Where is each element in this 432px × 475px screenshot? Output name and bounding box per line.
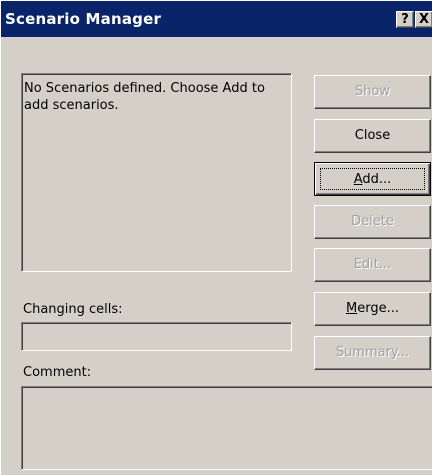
edit-button-label: Edit...: [353, 257, 392, 272]
scenario-manager-dialog: Scenario Manager ? X No Scenarios define…: [0, 0, 432, 475]
dialog-title: Scenario Manager: [5, 10, 162, 28]
delete-button[interactable]: Delete: [314, 205, 431, 239]
delete-button-label: Delete: [351, 214, 394, 229]
add-button[interactable]: Add...: [314, 162, 431, 196]
merge-button-label: erge...: [357, 301, 399, 316]
close-button[interactable]: Close: [314, 119, 431, 153]
show-button-label: Show: [354, 84, 391, 99]
title-close-button[interactable]: X: [415, 11, 432, 28]
merge-button[interactable]: Merge...: [314, 292, 431, 326]
changing-cells-field: [21, 322, 292, 351]
summary-button[interactable]: Summary...: [314, 336, 431, 370]
close-icon: X: [418, 12, 430, 27]
focus-rectangle: Add...: [320, 168, 425, 190]
changing-cells-label: Changing cells:: [23, 302, 123, 317]
close-button-label: Close: [354, 128, 391, 143]
empty-scenarios-message: No Scenarios defined. Choose Add to add …: [24, 81, 265, 113]
merge-button-mnemonic: M: [346, 301, 358, 316]
title-bar[interactable]: Scenario Manager ? X: [1, 1, 432, 37]
add-button-label: dd...: [362, 172, 392, 187]
comment-box: [21, 386, 432, 470]
show-button[interactable]: Show: [314, 75, 431, 109]
help-icon: ?: [401, 12, 409, 27]
scenarios-list[interactable]: No Scenarios defined. Choose Add to add …: [21, 73, 292, 272]
summary-button-label: Summary...: [335, 345, 410, 360]
comment-label: Comment:: [23, 365, 92, 380]
edit-button[interactable]: Edit...: [314, 248, 431, 282]
help-button[interactable]: ?: [396, 11, 414, 28]
